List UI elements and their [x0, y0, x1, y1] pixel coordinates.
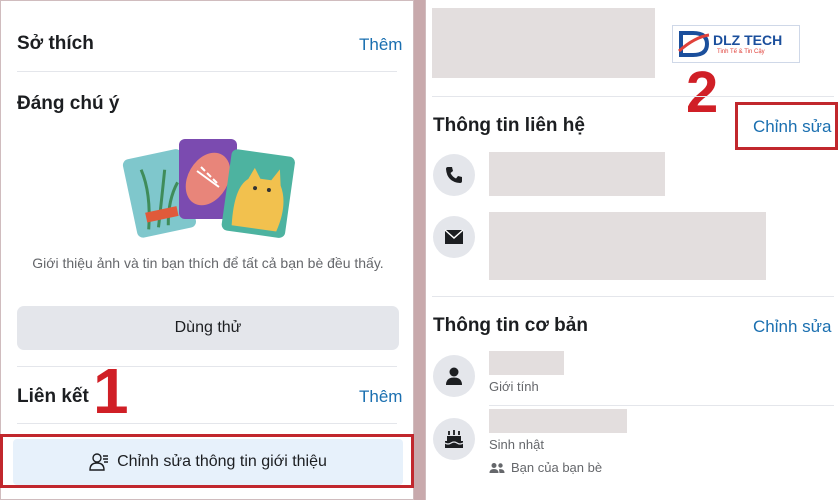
friends-icon	[489, 462, 505, 473]
audience-label: Bạn của bạn bè	[511, 460, 603, 475]
person-icon-circle	[433, 355, 475, 397]
about-panel-left: Sở thích Thêm Đáng chú ý Giới thiệu ảnh …	[0, 0, 414, 500]
divider	[17, 366, 397, 367]
logo-tagline: Tinh Tế & Tin Cậy	[717, 49, 765, 55]
cake-icon	[444, 430, 464, 448]
basic-edit-link[interactable]: Chỉnh sửa	[753, 317, 831, 337]
envelope-icon-circle	[433, 216, 475, 258]
step-number-2: 2	[686, 60, 719, 125]
about-panel-right: DLZ TECH Tinh Tế & Tin Cậy 2 Thông tin l…	[425, 0, 840, 500]
envelope-icon	[444, 229, 464, 244]
cake-icon-circle	[433, 418, 475, 460]
redacted-phone	[489, 152, 665, 196]
featured-description: Giới thiệu ảnh và tin bạn thích để tất c…	[32, 255, 384, 271]
basic-title: Thông tin cơ bản	[433, 315, 588, 336]
highlight-box-1	[0, 434, 414, 488]
redacted-email	[489, 212, 766, 280]
person-icon	[446, 367, 462, 385]
divider	[432, 296, 834, 297]
featured-title: Đáng chú ý	[17, 93, 120, 114]
redacted-birthday	[489, 409, 627, 433]
divider	[17, 71, 397, 72]
featured-illustration	[122, 139, 295, 238]
try-button[interactable]: Dùng thử	[17, 306, 399, 350]
divider	[432, 96, 834, 97]
divider	[17, 423, 397, 424]
dlz-tech-logo: DLZ TECH Tinh Tế & Tin Cậy	[672, 25, 800, 63]
contact-title: Thông tin liên hệ	[433, 115, 585, 136]
redacted-gender	[489, 351, 564, 375]
divider	[489, 405, 834, 406]
phone-icon-circle	[433, 154, 475, 196]
birthday-label: Sinh nhật	[489, 437, 544, 452]
logo-brand: DLZ TECH	[713, 32, 783, 48]
step-number-1: 1	[93, 355, 129, 427]
audience-row[interactable]: Bạn của bạn bè	[489, 460, 602, 475]
hobbies-title: Sở thích	[17, 33, 94, 54]
gender-label: Giới tính	[489, 379, 539, 394]
highlight-box-2	[735, 102, 838, 150]
hobbies-more-link[interactable]: Thêm	[359, 35, 402, 55]
links-more-link[interactable]: Thêm	[359, 387, 402, 407]
links-title: Liên kết	[17, 386, 89, 407]
phone-icon	[446, 167, 462, 183]
redacted-block	[432, 8, 655, 78]
dlz-logo-icon	[678, 31, 710, 57]
